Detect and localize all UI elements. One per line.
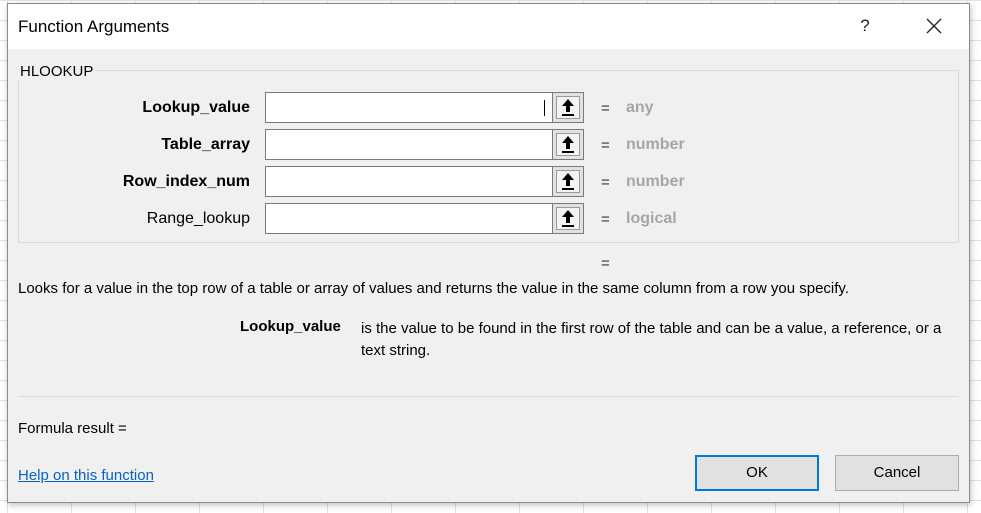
collapse-dialog-arrow-icon (562, 210, 574, 227)
range-lookup-collapse-button[interactable] (552, 203, 584, 234)
equals-sign: = (601, 174, 610, 191)
close-button[interactable] (911, 8, 957, 44)
arg-result-lookup-value: any (626, 99, 654, 116)
text-caret (544, 100, 545, 116)
cancel-button[interactable]: Cancel (835, 455, 959, 491)
arg-label-lookup-value: Lookup_value (142, 99, 250, 116)
divider (18, 396, 959, 397)
row-index-num-input[interactable] (265, 166, 553, 197)
arg-result-table-array: number (626, 136, 685, 153)
equals-sign: = (601, 100, 610, 117)
close-icon (926, 18, 942, 34)
row-index-num-collapse-button[interactable] (552, 166, 584, 197)
arg-result-row-index-num: number (626, 173, 685, 190)
title-bar: Function Arguments ? (8, 4, 969, 49)
arg-help-name: Lookup_value (240, 318, 341, 335)
lookup-value-collapse-button[interactable] (552, 92, 584, 123)
help-button[interactable]: ? (854, 11, 876, 41)
collapse-dialog-arrow-icon (562, 173, 574, 190)
dialog-title: Function Arguments (18, 17, 170, 36)
function-description: Looks for a value in the top row of a ta… (18, 280, 849, 297)
arg-help-text: is the value to be found in the first ro… (361, 320, 942, 359)
collapse-dialog-arrow-icon (562, 136, 574, 153)
formula-result-label: Formula result = (18, 420, 127, 437)
function-name: HLOOKUP (18, 63, 96, 80)
lookup-value-input[interactable] (265, 92, 553, 123)
ok-button[interactable]: OK (695, 455, 819, 491)
arg-label-range-lookup: Range_lookup (146, 210, 250, 227)
table-array-input[interactable] (265, 129, 553, 160)
equals-sign: = (601, 137, 610, 154)
function-arguments-dialog: Function Arguments ? HLOOKUP Lookup_valu… (7, 3, 970, 503)
arg-result-range-lookup: logical (626, 210, 677, 227)
arg-label-row-index-num: Row_index_num (122, 173, 250, 190)
arg-label-table-array: Table_array (161, 136, 250, 153)
range-lookup-input[interactable] (265, 203, 553, 234)
help-on-function-link[interactable]: Help on this function (18, 467, 154, 484)
function-result-equals: = (601, 255, 610, 272)
table-array-collapse-button[interactable] (552, 129, 584, 160)
equals-sign: = (601, 211, 610, 228)
collapse-dialog-arrow-icon (562, 99, 574, 116)
